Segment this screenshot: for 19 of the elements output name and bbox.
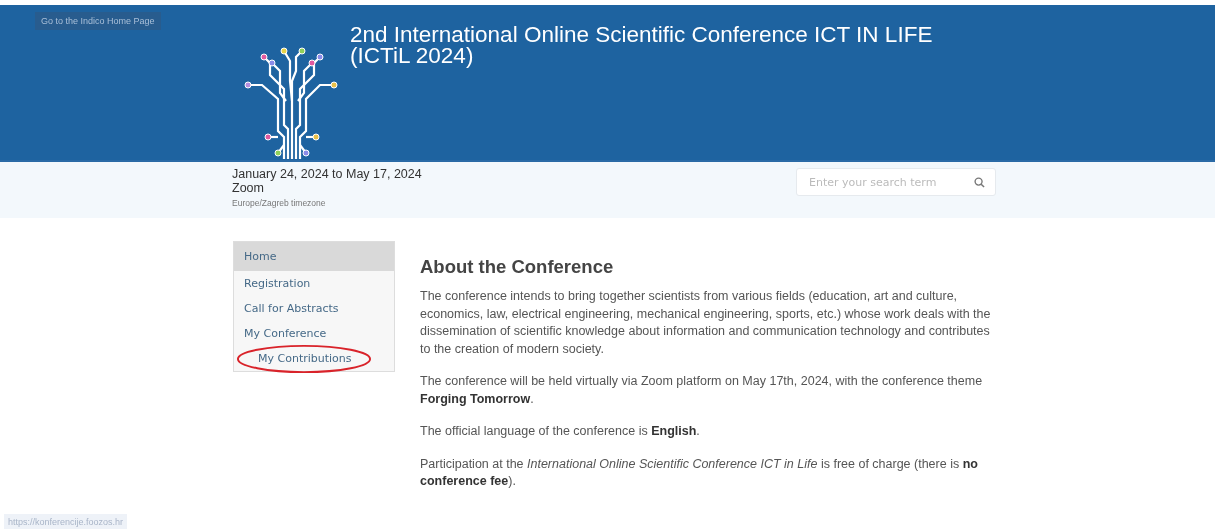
sidebar-item[interactable]: Home: [234, 242, 394, 271]
event-dates: January 24, 2024 to May 17, 2024: [232, 167, 423, 181]
search-field[interactable]: Enter your search term: [796, 168, 996, 196]
paragraph: The official language of the conference is English.: [420, 423, 701, 440]
paragraph: Participation at the International Online Scientific Conference ICT in Life is free of charge (there is no conference fee).: [420, 455, 979, 490]
paragraph: The conference will be held virtually via Zoom platform on May 17th, 2024, with the conference theme Forging Tomorrow.: [420, 373, 984, 408]
sidebar-item[interactable]: My Conference: [234, 321, 394, 346]
event-location: Zoom: [232, 181, 265, 195]
sidebar-item[interactable]: Registration: [234, 271, 394, 296]
paragraph: The conference intends to bring together scientists from various fields (education, art and culture, economics, law, electrical engineering, mechanical engineering, sports, etc.) whose work deals with the dissemination of scientific knowledge about information and communication technology and contributes to the creation of modern society.: [420, 288, 992, 358]
section-heading: About the Conference: [420, 256, 615, 278]
conference-title: 2nd International Online Scientific Conference ICT IN LIFE (ICTiL 2024): [350, 24, 934, 66]
search-icon[interactable]: [974, 176, 985, 188]
sidebar-item[interactable]: My Contributions: [234, 346, 394, 371]
home-link[interactable]: Go to the Indico Home Page: [35, 12, 161, 30]
sidebar-item[interactable]: Call for Abstracts: [234, 296, 394, 321]
search-input[interactable]: Enter your search term: [807, 174, 974, 190]
event-timezone: Europe/Zagreb timezone: [232, 198, 327, 208]
status-bar-url: https://konferencije.foozos.hr: [4, 514, 128, 529]
